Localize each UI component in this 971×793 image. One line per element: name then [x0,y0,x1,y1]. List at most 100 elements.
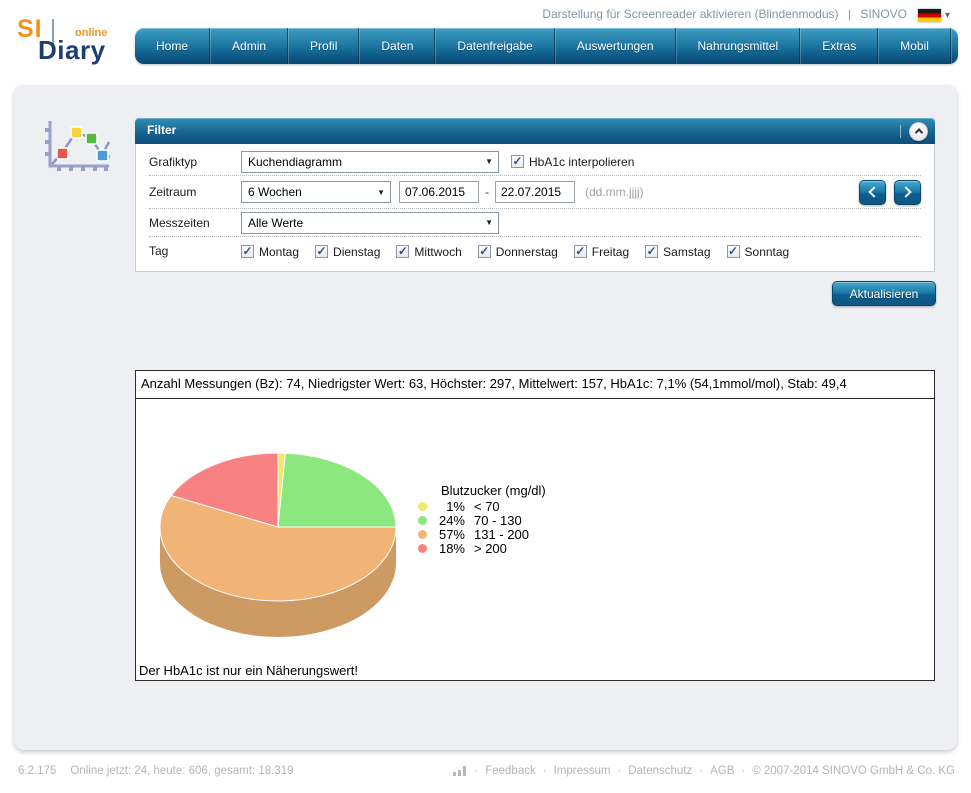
messzeiten-select[interactable]: Alle Werte ▼ [241,212,499,234]
zeitraum-selected-value: 6 Wochen [248,185,302,199]
nav-tab-mobil[interactable]: Mobil [878,28,951,64]
legend-dot-icon [418,502,427,511]
legend-range: 70 - 130 [474,513,522,528]
nav-tab-nahrungsmittel[interactable]: Nahrungsmittel [676,28,801,64]
legend-percent: 18% [432,541,465,556]
footer-link-separator: · [474,765,478,777]
logo-diary-text: Diary [38,35,106,66]
sinovo-link[interactable]: SINOVO [860,7,907,21]
next-period-button[interactable] [894,180,921,205]
day-checkbox-label: Montag [259,245,299,259]
zeitraum-label: Zeitraum [149,185,241,199]
chart-stats-line: Anzahl Messungen (Bz): 74, Niedrigster W… [136,371,934,399]
online-stats: Online jetzt: 24, heute: 606, gesamt: 18… [70,765,293,777]
header-links: Darstellung für Screenreader aktivieren … [542,7,907,21]
content-panel: Filter Grafiktyp Kuchendiagramm ▼ ✓ HbA1… [14,85,957,750]
filter-body: Grafiktyp Kuchendiagramm ▼ ✓ HbA1c inter… [135,144,935,272]
nav-tab-admin[interactable]: Admin [210,28,288,64]
footer-link-impressum[interactable]: Impressum [554,765,611,777]
chart-container: Anzahl Messungen (Bz): 74, Niedrigster W… [135,370,935,681]
legend-percent: 57% [432,527,465,542]
footer-status: 6.2.175 Online jetzt: 24, heute: 606, ge… [18,765,294,777]
checkbox-icon: ✓ [478,245,491,258]
nav-tab-logout[interactable]: Logout [951,28,958,64]
app-window: SI Diary online Darstellung für Screenre… [0,0,971,793]
chart-footnote: Der HbA1c ist nur ein Näherungswert! [139,663,358,678]
filter-header: Filter [135,118,935,144]
nav-tab-auswertungen[interactable]: Auswertungen [555,28,676,64]
previous-period-button[interactable] [859,180,886,205]
legend-row: 57% 131 - 200 [418,527,546,541]
hba1c-checkbox[interactable]: ✓ HbA1c interpolieren [511,155,634,169]
day-checkbox-samstag[interactable]: ✓ Samstag [645,245,710,259]
footer-link-separator: · [617,765,621,777]
stats-bars-icon [453,766,467,776]
legend-row: 1% < 70 [418,499,546,513]
footer-link-agb[interactable]: AGB [710,765,734,777]
filter-row-zeitraum: Zeitraum 6 Wochen ▼ - (dd.mm.jjjj) [149,176,921,209]
day-checkbox-donnerstag[interactable]: ✓Donnerstag [478,245,558,259]
legend-rows: 1%< 7024%70 - 13057%131 - 20018%> 200 [418,499,546,555]
day-checkbox-mittwoch[interactable]: ✓Mittwoch [396,245,461,259]
day-checkbox-label: Samstag [663,245,710,259]
date-from-input[interactable] [399,181,479,203]
nav-tab-profil[interactable]: Profil [288,28,359,64]
app-logo: SI Diary online [15,15,133,69]
day-checkbox-sonntag[interactable]: ✓Sonntag [727,245,790,259]
checkbox-icon: ✓ [511,155,524,168]
main-nav: HomeAdminProfilDatenDatenfreigabeAuswert… [135,28,958,64]
day-checkbox-label: Freitag [592,245,629,259]
update-button[interactable]: Aktualisieren [832,281,936,306]
pie-slice-1 [278,453,396,527]
day-checkbox-montag[interactable]: ✓Montag [241,245,299,259]
date-to-input[interactable] [495,181,575,203]
language-selector[interactable]: ▾ [918,9,950,22]
footer-link-datenschutz[interactable]: Datenschutz [628,765,692,777]
legend-range: < 70 [474,499,500,514]
legend-range: 131 - 200 [474,527,529,542]
legend-dot-icon [418,530,427,539]
filter-row-grafiktyp: Grafiktyp Kuchendiagramm ▼ ✓ HbA1c inter… [149,148,921,176]
legend-range: > 200 [474,541,507,556]
footer-link-separator: · [741,765,745,777]
day-checkbox-freitag[interactable]: ✓ Freitag [574,245,629,259]
filter-header-divider [900,125,901,138]
dropdown-arrow-icon: ▼ [485,218,493,227]
line-chart-icon [40,115,114,175]
grafiktyp-select[interactable]: Kuchendiagramm ▼ [241,151,499,173]
legend-title: Blutzucker (mg/dl) [441,483,546,498]
grafiktyp-selected-value: Kuchendiagramm [248,155,342,169]
checkbox-icon: ✓ [645,245,658,258]
grafiktyp-label: Grafiktyp [149,155,241,169]
footer-link-separator: · [543,765,547,777]
nav-tab-home[interactable]: Home [135,28,210,64]
checkbox-icon: ✓ [574,245,587,258]
day-checkbox-group: ✓Montag✓Dienstag✓Mittwoch✓Donnerstag✓Fre… [241,242,805,260]
footer-link-separator: · [699,765,703,777]
german-flag-icon [918,9,941,22]
day-checkbox-label: Sonntag [745,245,790,259]
dropdown-arrow-icon: ▼ [377,188,385,197]
messzeiten-selected-value: Alle Werte [248,216,303,230]
dropdown-arrow-icon: ▼ [485,157,493,166]
day-checkbox-dienstag[interactable]: ✓Dienstag [315,245,380,259]
legend-percent: 1% [432,499,465,514]
tag-label: Tag [149,244,241,258]
filter-row-tag: Tag ✓Montag✓Dienstag✓Mittwoch✓Donnerstag… [149,237,921,265]
filter-row-messzeiten: Messzeiten Alle Werte ▼ [149,209,921,237]
collapse-button[interactable] [909,122,928,141]
filter-title: Filter [147,123,176,137]
messzeiten-label: Messzeiten [149,216,241,230]
date-range-dash: - [485,185,489,199]
nav-tab-daten[interactable]: Daten [359,28,435,64]
zeitraum-select[interactable]: 6 Wochen ▼ [241,181,391,203]
checkbox-icon: ✓ [315,245,328,258]
footer-links: · Feedback · Impressum · Datenschutz · AGB · © 20… [453,765,955,777]
footer-link-feedback[interactable]: Feedback [485,765,536,777]
legend-dot-icon [418,544,427,553]
legend-row: 18% > 200 [418,541,546,555]
copyright-text: © 2007-2014 SINOVO GmbH & Co. KG [752,765,955,777]
screenreader-link[interactable]: Darstellung für Screenreader aktivieren … [542,7,838,21]
nav-tab-datenfreigabe[interactable]: Datenfreigabe [435,28,554,64]
nav-tab-extras[interactable]: Extras [800,28,878,64]
